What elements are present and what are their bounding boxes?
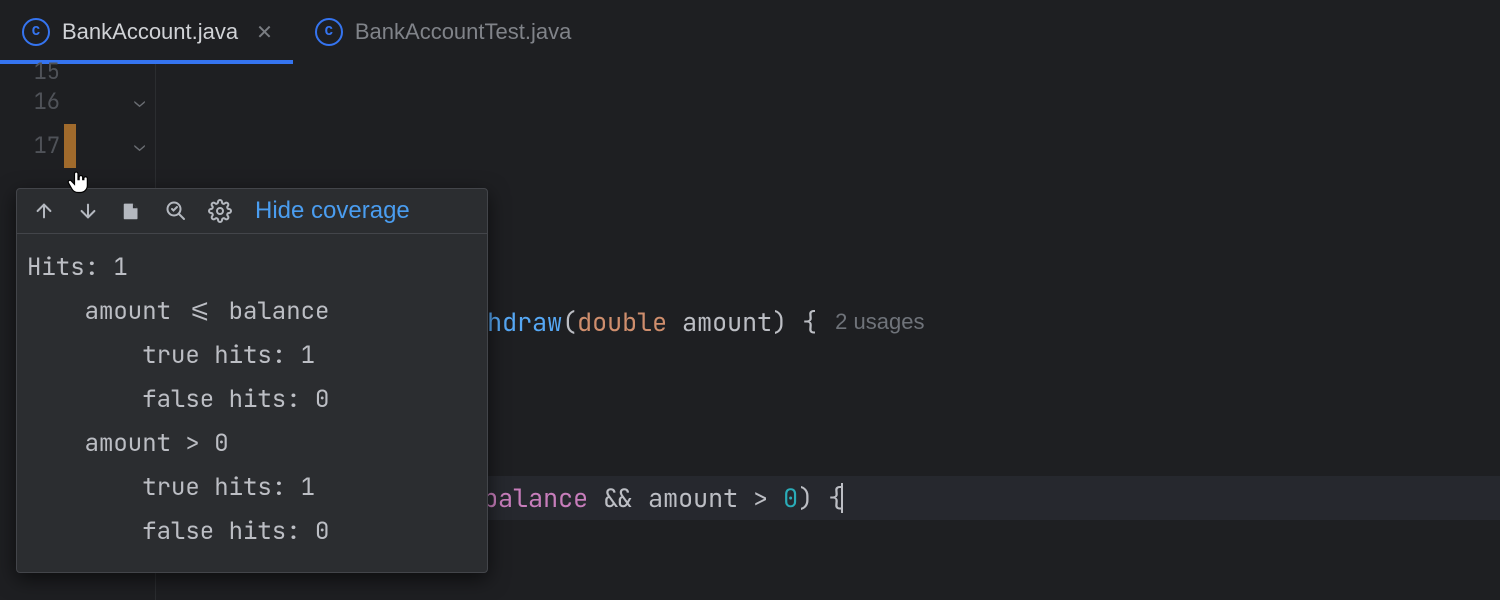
coverage-condition: amount > 0 bbox=[85, 428, 229, 459]
settings-icon[interactable] bbox=[207, 198, 233, 224]
fold-toggle-icon[interactable]: ⌄ bbox=[134, 80, 145, 124]
coverage-popup-body: Hits: 1 amount <= balance true hits: 1 f… bbox=[17, 234, 487, 572]
coverage-stripe[interactable] bbox=[64, 124, 76, 168]
true-hits: true hits: 1 bbox=[142, 340, 315, 371]
prev-coverage-icon[interactable] bbox=[31, 198, 57, 224]
next-coverage-icon[interactable] bbox=[75, 198, 101, 224]
coverage-condition: amount <= balance bbox=[85, 296, 330, 327]
class-file-icon: C bbox=[22, 18, 50, 46]
false-hits: false hits: 0 bbox=[142, 384, 329, 415]
tab-label: BankAccountTest.java bbox=[355, 19, 571, 45]
tab-bankaccounttest[interactable]: C BankAccountTest.java bbox=[293, 0, 591, 64]
class-file-icon: C bbox=[315, 18, 343, 46]
true-hits: true hits: 1 bbox=[142, 472, 315, 503]
usages-hint[interactable]: 2 usages bbox=[835, 300, 924, 344]
show-tests-icon[interactable] bbox=[163, 198, 189, 224]
hits-line: Hits: 1 bbox=[27, 252, 128, 283]
bytecode-icon[interactable] bbox=[119, 198, 145, 224]
coverage-popup: Hide coverage Hits: 1 amount <= balance … bbox=[16, 188, 488, 573]
tab-label: BankAccount.java bbox=[62, 19, 238, 45]
false-hits: false hits: 0 bbox=[142, 516, 329, 547]
close-icon[interactable]: ✕ bbox=[256, 20, 273, 45]
text-cursor bbox=[841, 483, 843, 513]
hide-coverage-link[interactable]: Hide coverage bbox=[255, 197, 410, 225]
line-number: 17 bbox=[0, 124, 60, 168]
line-number: 16 bbox=[0, 80, 60, 124]
coverage-popup-toolbar: Hide coverage bbox=[17, 189, 487, 234]
tab-bar: C BankAccount.java ✕ C BankAccountTest.j… bbox=[0, 0, 1500, 64]
fold-toggle-icon[interactable]: ⌄ bbox=[134, 124, 145, 168]
